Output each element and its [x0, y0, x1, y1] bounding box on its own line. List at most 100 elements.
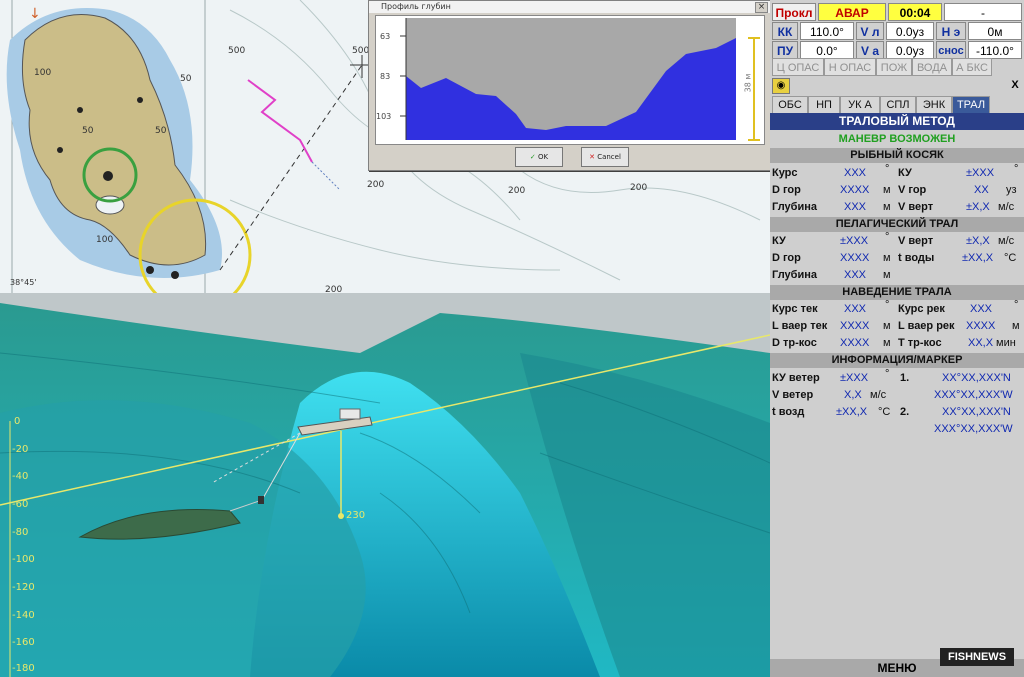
- pt-glub-value: XXX: [844, 269, 867, 281]
- fs-ku-label: КУ: [898, 167, 912, 179]
- trawl-3d-view[interactable]: 0 -20 -40 -60 -80 -100 -120 -140 -160 -1…: [0, 293, 770, 677]
- kk-label: КК: [772, 22, 798, 40]
- pt-dgor-unit: м: [883, 252, 891, 264]
- pt-vvert-unit: м/с: [998, 235, 1015, 247]
- pt-tvody-value: ±XX,X: [962, 252, 994, 264]
- depth-label: 100: [96, 235, 114, 245]
- va-value: 0.0уз: [886, 41, 934, 59]
- time-display: 00:04: [888, 3, 942, 21]
- pt-dgor-label: D гор: [772, 252, 801, 264]
- tg-ttrkos-unit: мин: [996, 337, 1016, 349]
- depth-tick: 83: [380, 72, 391, 81]
- alarm-fire[interactable]: ПОЖ: [876, 58, 912, 76]
- fs-vgor-unit: уз: [1006, 184, 1017, 196]
- close-button[interactable]: X: [1008, 78, 1022, 92]
- depth-profile-dialog[interactable]: Профиль глубин × 63 83 103 38 м ✓ OK ✕ C…: [368, 0, 772, 171]
- fs-dgor-unit: м: [883, 184, 891, 196]
- alarm-bks[interactable]: А БКС: [952, 58, 992, 76]
- inf-v-veter-unit: м/с: [870, 389, 887, 401]
- ne-value: 0м: [968, 22, 1022, 40]
- depth-label: 200: [325, 285, 343, 293]
- pt-tvody-label: t воды: [898, 252, 935, 264]
- tab-tral[interactable]: ТРАЛ: [952, 96, 990, 113]
- tg-ttrkos-value: XX,X: [968, 337, 994, 349]
- cancel-button[interactable]: ✕ Cancel: [581, 147, 629, 167]
- depth-scale-label: -40: [12, 471, 29, 482]
- vl-value: 0.0уз: [886, 22, 934, 40]
- inf-marker-2-lon: XXX°XX,XXX'W: [934, 423, 1013, 435]
- fs-glub-unit: м: [883, 201, 891, 213]
- tg-lvaer-tek-value: XXXX: [840, 320, 870, 332]
- pt-glub-label: Глубина: [772, 269, 817, 281]
- depth-label: 50: [180, 74, 192, 84]
- alarm-n-danger[interactable]: Н ОПАС: [824, 58, 876, 76]
- latitude-label: 38°45': [10, 278, 37, 287]
- va-label: V а: [856, 41, 884, 59]
- pt-ku-label: КУ: [772, 235, 786, 247]
- pt-glub-unit: м: [883, 269, 891, 281]
- pt-dgor-value: XXXX: [840, 252, 870, 264]
- depth-scale-label: -180: [12, 663, 35, 674]
- close-icon[interactable]: ×: [755, 2, 768, 13]
- tg-ttrkos-label: T тр-кос: [898, 337, 942, 349]
- pt-tvody-unit: °С: [1004, 252, 1017, 264]
- inf-ku-veter-unit: °: [885, 368, 890, 380]
- depth-scale-label: -160: [12, 637, 35, 648]
- snos-label: снос: [936, 41, 966, 59]
- tg-kurs-rek-unit: °: [1014, 299, 1019, 311]
- tab-np[interactable]: НП: [808, 96, 840, 113]
- ok-label: OK: [538, 153, 549, 161]
- depth-label: 500: [352, 46, 370, 56]
- depth-scale-label: -120: [12, 582, 35, 593]
- kk-value: 110.0°: [800, 22, 854, 40]
- extra-value: -: [944, 3, 1022, 21]
- inf-marker-2: 2.: [900, 406, 910, 418]
- tab-obs[interactable]: ОБС: [772, 96, 808, 113]
- fs-ku-value: ±XXX: [966, 167, 995, 179]
- pt-vvert-label: V верт: [898, 235, 934, 247]
- fs-vgor-label: V гор: [898, 184, 927, 196]
- inf-t-vozd-unit: °С: [878, 406, 891, 418]
- fs-dgor-label: D гор: [772, 184, 801, 196]
- eye-icon[interactable]: ◉: [772, 78, 790, 94]
- fs-kurs-unit: °: [885, 163, 890, 175]
- pt-ku-value: ±XXX: [840, 235, 869, 247]
- cancel-label: Cancel: [597, 153, 621, 161]
- method-title: ТРАЛОВЫЙ МЕТОД: [770, 113, 1024, 130]
- alarm-indicator[interactable]: АВАР: [818, 3, 886, 21]
- info-header: ИНФОРМАЦИЯ/МАРКЕР: [770, 353, 1024, 368]
- fs-glub-value: XXX: [844, 201, 867, 213]
- tab-enk[interactable]: ЭНК: [916, 96, 952, 113]
- tg-lvaer-tek-label: L ваер тек: [772, 320, 828, 332]
- tg-kurs-tek-unit: °: [885, 299, 890, 311]
- alarm-water[interactable]: ВОДА: [912, 58, 952, 76]
- maneuver-status: МАНЕВР ВОЗМОЖЕН: [838, 133, 956, 145]
- pt-vvert-value: ±X,X: [966, 235, 990, 247]
- depth-scale-label: -140: [12, 610, 35, 621]
- inf-t-vozd-label: t возд: [772, 406, 805, 418]
- check-icon: ✓: [529, 153, 536, 161]
- tab-spl[interactable]: СПЛ: [880, 96, 916, 113]
- tg-kurs-tek-label: Курс тек: [772, 303, 818, 315]
- svg-text:↓: ↓: [29, 6, 41, 22]
- alarm-c-danger[interactable]: Ц ОПАС: [772, 58, 824, 76]
- tg-dtrkos-label: D тр-кос: [772, 337, 817, 349]
- tg-kurs-rek-value: XXX: [970, 303, 993, 315]
- depth-label: 200: [367, 180, 385, 190]
- tg-lvaer-rek-value: XXXX: [966, 320, 996, 332]
- ok-button[interactable]: ✓ OK: [515, 147, 563, 167]
- fs-vvert-unit: м/с: [998, 201, 1015, 213]
- depth-scale-label: -60: [12, 499, 29, 510]
- close-icon: X: [1011, 79, 1019, 91]
- tg-kurs-tek-value: XXX: [844, 303, 867, 315]
- tab-uk-a[interactable]: УК А: [840, 96, 880, 113]
- depth-profile-plot: 63 83 103 38 м: [375, 15, 765, 145]
- inf-t-vozd-value: ±XX,X: [836, 406, 868, 418]
- vl-label: V л: [856, 22, 884, 40]
- fs-dgor-value: XXXX: [840, 184, 870, 196]
- ne-label: Н э: [936, 22, 966, 40]
- depth-tick: 63: [380, 32, 391, 41]
- depth-label: 50: [155, 126, 167, 136]
- guidance-header: НАВЕДЕНИЕ ТРАЛА: [770, 285, 1024, 300]
- tg-lvaer-tek-unit: м: [883, 320, 891, 332]
